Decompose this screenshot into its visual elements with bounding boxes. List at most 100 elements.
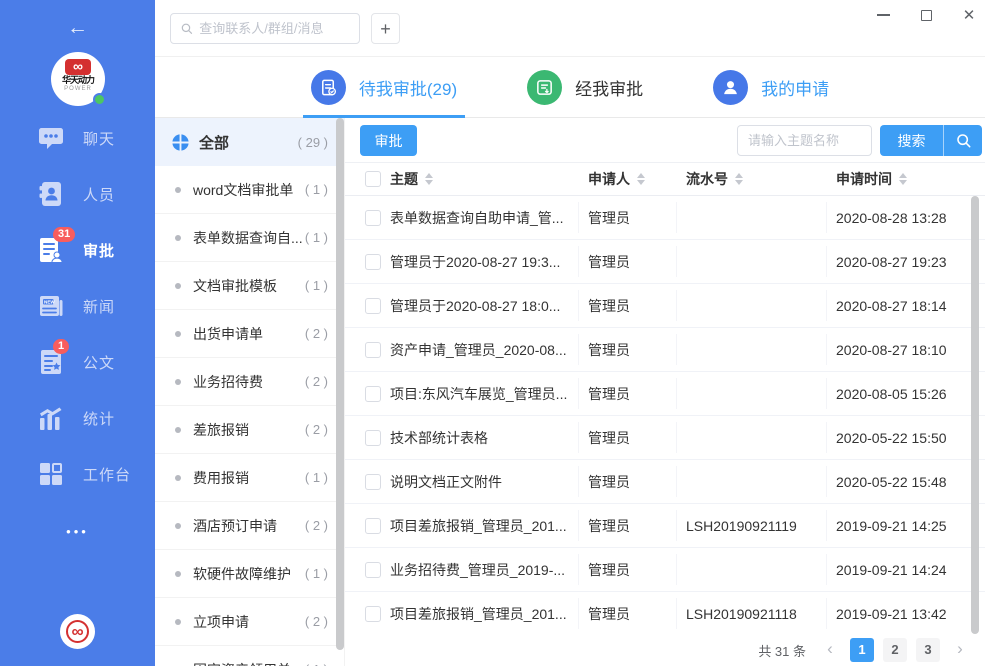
- category-item[interactable]: 立项申请 ( 2 ): [155, 598, 344, 646]
- category-label: 业务招待费: [193, 372, 305, 392]
- tab-reviewed[interactable]: 经我审批: [523, 57, 647, 117]
- person-icon: [713, 70, 748, 105]
- tab-label: 经我审批: [575, 75, 643, 100]
- subject-search-input[interactable]: [737, 125, 872, 156]
- search-button[interactable]: 搜索: [880, 125, 944, 156]
- row-checkbox[interactable]: [365, 254, 381, 270]
- column-header-subject[interactable]: 主题: [390, 169, 588, 189]
- pagination-bar: 共 31 条 ‹ 123 ›: [345, 634, 985, 666]
- sort-icon[interactable]: [637, 173, 645, 185]
- sidebar-item-label: 工作台: [83, 464, 131, 485]
- app-window: ← ∞ 华天动力 POWER 聊天 人员 31 审批 NEW 新闻 1 公文 统…: [0, 0, 985, 666]
- news-icon: NEW: [37, 292, 65, 320]
- column-header-apply-time[interactable]: 申请时间: [836, 169, 985, 189]
- sidebar-item-chat[interactable]: 聊天: [0, 118, 155, 158]
- page-button-3[interactable]: 3: [916, 638, 940, 662]
- row-checkbox[interactable]: [365, 298, 381, 314]
- sidebar-nav: 聊天 人员 31 审批 NEW 新闻 1 公文 统计 工作台: [0, 118, 155, 510]
- category-item[interactable]: 业务招待费 ( 2 ): [155, 358, 344, 406]
- search-icon: [180, 21, 193, 36]
- table-row[interactable]: 项目差旅报销_管理员_201... 管理员 LSH20190921118 201…: [345, 592, 985, 636]
- cell-applicant: 管理员: [588, 340, 686, 360]
- category-item[interactable]: 软硬件故障维护 ( 1 ): [155, 550, 344, 598]
- sort-icon[interactable]: [899, 173, 907, 185]
- row-checkbox[interactable]: [365, 562, 381, 578]
- table-row[interactable]: 业务招待费_管理员_2019-... 管理员 2019-09-21 14:24: [345, 548, 985, 592]
- cell-subject: 资产申请_管理员_2020-08...: [390, 340, 588, 360]
- table-scrollbar[interactable]: [971, 196, 979, 634]
- minimize-button[interactable]: [875, 7, 891, 23]
- next-page-button[interactable]: ›: [949, 638, 971, 662]
- row-checkbox[interactable]: [365, 474, 381, 490]
- sort-icon[interactable]: [735, 173, 743, 185]
- add-button[interactable]: +: [371, 13, 400, 44]
- row-checkbox[interactable]: [365, 210, 381, 226]
- contact-search-box[interactable]: [170, 13, 360, 44]
- sidebar-item-label: 统计: [83, 408, 115, 429]
- table-row[interactable]: 管理员于2020-08-27 19:3... 管理员 2020-08-27 19…: [345, 240, 985, 284]
- sidebar-item-stats[interactable]: 统计: [0, 398, 155, 438]
- tab-my-applications[interactable]: 我的申请: [709, 57, 833, 117]
- category-item[interactable]: 出货申请单 ( 2 ): [155, 310, 344, 358]
- sidebar-item-label: 公文: [83, 352, 115, 373]
- category-item[interactable]: 固定资产领用单 ( 1 ): [155, 646, 344, 666]
- tab-pending[interactable]: 待我审批(29): [307, 57, 461, 117]
- content-toolbar: 审批 搜索: [345, 118, 985, 163]
- sidebar-item-workbench[interactable]: 工作台: [0, 454, 155, 494]
- category-count: ( 1 ): [305, 566, 328, 581]
- category-label: 出货申请单: [193, 324, 305, 344]
- notification-badge: 31: [53, 227, 75, 242]
- cell-applicant: 管理员: [588, 296, 686, 316]
- category-count: ( 29 ): [298, 135, 328, 150]
- page-button-1[interactable]: 1: [850, 638, 874, 662]
- cell-applicant: 管理员: [588, 516, 686, 536]
- official-doc-icon: 1: [37, 348, 65, 376]
- category-count: ( 2 ): [305, 518, 328, 533]
- sidebar-item-people[interactable]: 人员: [0, 174, 155, 214]
- category-item[interactable]: 差旅报销 ( 2 ): [155, 406, 344, 454]
- maximize-button[interactable]: [918, 7, 934, 23]
- row-checkbox[interactable]: [365, 518, 381, 534]
- table-row[interactable]: 技术部统计表格 管理员 2020-05-22 15:50: [345, 416, 985, 460]
- category-item[interactable]: 酒店预订申请 ( 2 ): [155, 502, 344, 550]
- sort-icon[interactable]: [425, 173, 433, 185]
- table-row[interactable]: 项目:东风汽车展览_管理员... 管理员 2020-08-05 15:26: [345, 372, 985, 416]
- category-count: ( 1 ): [305, 230, 328, 245]
- sidebar-item-approval[interactable]: 31 审批: [0, 230, 155, 270]
- cell-applicant: 管理员: [588, 472, 686, 492]
- column-header-applicant[interactable]: 申请人: [588, 169, 686, 189]
- category-item[interactable]: 表单数据查询自... ( 1 ): [155, 214, 344, 262]
- total-count-label: 共 31 条: [758, 641, 806, 660]
- category-scrollbar[interactable]: [336, 118, 344, 650]
- table-row[interactable]: 说明文档正文附件 管理员 2020-05-22 15:48: [345, 460, 985, 504]
- back-button[interactable]: ←: [0, 16, 155, 40]
- user-avatar[interactable]: ∞ 华天动力 POWER: [51, 52, 105, 106]
- category-item[interactable]: 费用报销 ( 1 ): [155, 454, 344, 502]
- approve-button[interactable]: 审批: [360, 125, 417, 156]
- table-row[interactable]: 表单数据查询自助申请_管... 管理员 2020-08-28 13:28: [345, 196, 985, 240]
- column-header-serial[interactable]: 流水号: [686, 169, 836, 189]
- table-row[interactable]: 管理员于2020-08-27 18:0... 管理员 2020-08-27 18…: [345, 284, 985, 328]
- row-checkbox[interactable]: [365, 430, 381, 446]
- contact-search-input[interactable]: [199, 21, 350, 36]
- prev-page-button[interactable]: ‹: [819, 638, 841, 662]
- table-row[interactable]: 资产申请_管理员_2020-08... 管理员 2020-08-27 18:10: [345, 328, 985, 372]
- category-label: 软硬件故障维护: [193, 564, 305, 584]
- advanced-search-button[interactable]: [944, 125, 982, 156]
- select-all-checkbox[interactable]: [365, 171, 381, 187]
- category-item[interactable]: 全部 ( 29 ): [155, 118, 344, 166]
- page-button-2[interactable]: 2: [883, 638, 907, 662]
- sidebar-item-news[interactable]: NEW 新闻: [0, 286, 155, 326]
- cell-applicant: 管理员: [588, 604, 686, 624]
- close-button[interactable]: ✕: [961, 7, 977, 23]
- more-button[interactable]: •••: [0, 524, 155, 539]
- category-item[interactable]: 文档审批模板 ( 1 ): [155, 262, 344, 310]
- category-item[interactable]: word文档审批单 ( 1 ): [155, 166, 344, 214]
- row-checkbox[interactable]: [365, 342, 381, 358]
- cell-applicant: 管理员: [588, 252, 686, 272]
- row-checkbox[interactable]: [365, 606, 381, 622]
- table-row[interactable]: 项目差旅报销_管理员_201... 管理员 LSH20190921119 201…: [345, 504, 985, 548]
- category-count: ( 1 ): [305, 470, 328, 485]
- sidebar-item-official-doc[interactable]: 1 公文: [0, 342, 155, 382]
- row-checkbox[interactable]: [365, 386, 381, 402]
